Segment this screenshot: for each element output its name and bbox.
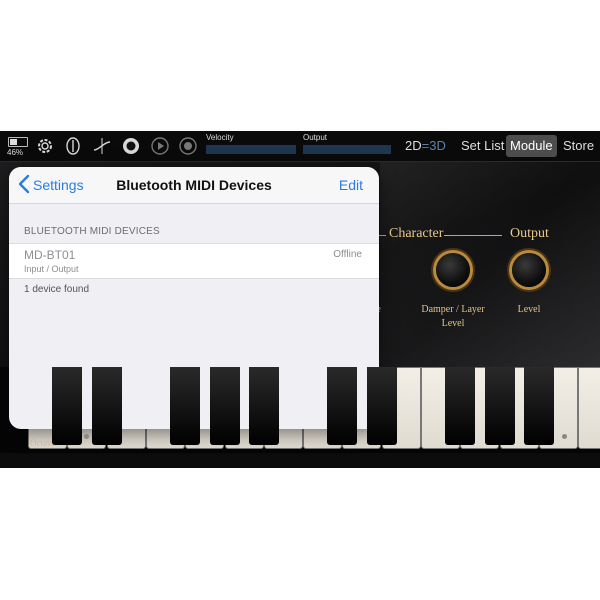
key-marker-dot — [84, 434, 89, 439]
output-meter — [303, 145, 391, 154]
black-key[interactable] — [366, 367, 397, 445]
battery-percentage: 46% — [7, 148, 24, 157]
edit-button[interactable]: Edit — [339, 177, 363, 193]
key-marker-dot — [562, 434, 567, 439]
black-key[interactable] — [52, 367, 83, 445]
play-icon[interactable] — [150, 136, 170, 156]
toolbar: 46% Velocity Output 2D=3D Set List Modul… — [0, 131, 600, 162]
damper-layer-label: Damper / Layer Level — [421, 304, 485, 329]
black-key[interactable] — [209, 367, 240, 445]
record-icon[interactable] — [178, 136, 198, 156]
divider-line — [444, 235, 502, 236]
module-button[interactable]: Module — [506, 135, 557, 157]
device-name: MD-BT01 — [24, 248, 76, 262]
output-title: Output — [510, 226, 549, 241]
store-button[interactable]: Store — [563, 135, 594, 157]
velocity-meter — [206, 145, 296, 154]
character-title: Character — [389, 226, 444, 241]
damper-layer-knob[interactable] — [436, 253, 470, 287]
mode-2d-label: 2D — [405, 138, 422, 153]
device-status: Offline — [333, 249, 362, 260]
section-header: BLUETOOTH MIDI DEVICES — [24, 226, 160, 237]
view-mode-toggle[interactable]: 2D=3D — [405, 138, 446, 153]
black-key[interactable] — [248, 367, 279, 445]
touch-curve-icon[interactable] — [92, 136, 112, 156]
reverb-knob-icon[interactable] — [121, 136, 141, 156]
black-key[interactable] — [91, 367, 122, 445]
output-level-knob[interactable] — [512, 253, 546, 287]
black-key[interactable] — [327, 367, 358, 445]
white-key[interactable] — [578, 367, 600, 449]
black-key[interactable] — [445, 367, 476, 445]
level-label: Level — [517, 304, 541, 315]
mode-3d-label: 3D — [429, 138, 446, 153]
devices-found-text: 1 device found — [24, 284, 90, 295]
black-key[interactable] — [170, 367, 201, 445]
black-key[interactable] — [523, 367, 554, 445]
popover-nav-bar: Settings Bluetooth MIDI Devices Edit — [9, 167, 379, 204]
black-key[interactable] — [484, 367, 515, 445]
panel-reflection — [380, 162, 600, 367]
popover-title: Bluetooth MIDI Devices — [116, 177, 272, 193]
device-row[interactable]: MD-BT01 Input / Output Offline — [9, 243, 379, 279]
gear-icon[interactable] — [35, 136, 55, 156]
set-list-button[interactable]: Set List — [461, 135, 504, 157]
device-io-type: Input / Output — [24, 264, 79, 274]
velocity-label: Velocity — [206, 133, 234, 142]
metronome-icon[interactable] — [63, 136, 83, 156]
battery-icon — [8, 137, 28, 147]
output-label: Output — [303, 133, 328, 142]
